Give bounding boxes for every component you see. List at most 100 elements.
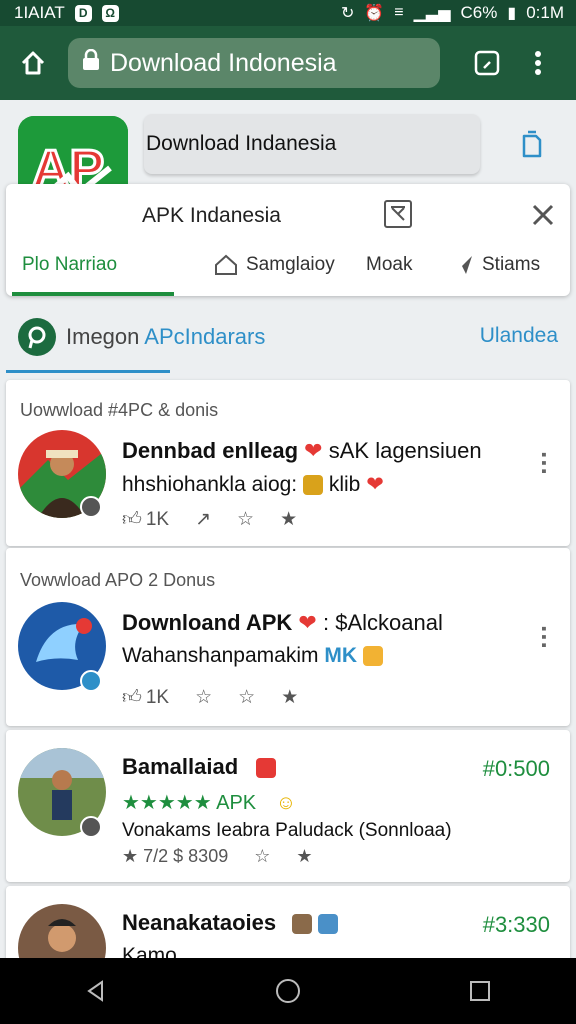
tab-2[interactable]: Moak (366, 254, 412, 276)
signal-icon: ▁▃▅ (413, 5, 451, 22)
url-bar[interactable]: Download Indonesia (68, 38, 440, 88)
verified-badge-icon (80, 496, 102, 518)
star-outline-button[interactable]: ☆ (238, 686, 255, 709)
vibrate-icon: ↻ (340, 5, 355, 22)
star-filled-button[interactable]: ★ (296, 846, 312, 867)
post-card[interactable]: Uowwload #4PC & donis Dennbad enlleag ❤ … (6, 380, 570, 546)
post-title: Dennbad enlleag ❤ sAK lagensiuen (122, 438, 482, 464)
close-button[interactable] (530, 202, 556, 228)
recents-button[interactable] (450, 961, 510, 1021)
back-triangle-icon (87, 980, 103, 1002)
status-time-right: 0:1M (526, 3, 564, 22)
app-emoji-icon (362, 646, 383, 667)
notification-icon: D (74, 4, 92, 22)
app-description: Vonakams Ieabra Paludack (Sonnloaa) (122, 820, 452, 841)
star-filled-button[interactable]: ★ (280, 508, 297, 531)
app-price: #0:500 (482, 756, 550, 781)
section-title-part1: Imegon (66, 324, 140, 349)
post-subtitle-tail: klib (328, 473, 361, 496)
like-count: 1K (145, 508, 170, 530)
like-icon: 👍︎ (122, 687, 142, 708)
verified-badge-icon (80, 670, 102, 692)
section-link[interactable]: Ulandea (480, 324, 558, 348)
post-title-tail: : $Alckoanal (322, 610, 443, 635)
send-icon (454, 256, 472, 274)
tab-1[interactable]: Samglaioy (214, 254, 335, 276)
heart-icon: ❤ (304, 438, 323, 463)
post-title-text: Downloand APK (122, 610, 293, 635)
tabs-button[interactable] (464, 40, 510, 86)
app-title-text: Neanakataoies (122, 910, 277, 935)
app-list-item[interactable]: Bamallaiad #0:500 ★★★★★ APK ☺ Vonakams I… (6, 730, 570, 882)
tab-3[interactable]: Stiams (452, 254, 540, 276)
battery-percent: C6% (460, 3, 498, 22)
post-source: Uowwload #4PC & donis (20, 400, 219, 420)
app-info-card: APK Indanesia Plo Narriao Samglaioy Moak… (6, 184, 570, 296)
post-subtitle: hhshiohankla aiog: klib ❤ (122, 472, 384, 497)
star-button[interactable]: ☆ (195, 686, 212, 709)
section-title-part2: APcIndarars (144, 324, 266, 349)
battery-icon: ▮ (507, 5, 517, 22)
app-notification-icon: Ω (101, 4, 119, 22)
app-header: AP Download Indanesia APK Indanesia Plo … (0, 100, 576, 310)
tabs-icon (474, 50, 500, 76)
post-actions: 👍︎ 1K ↗ ☆ ★ (122, 508, 297, 531)
app-name: APK Indanesia (142, 204, 281, 227)
post-subtitle: Wahanshanpamakim MK (122, 644, 383, 668)
app-title: Bamallaiad (122, 754, 277, 780)
tab-bar: Plo Narriao Samglaioy Moak Stiams (6, 244, 570, 296)
section-underline (6, 370, 170, 373)
post-card[interactable]: Vowwload APO 2 Donus Downloand APK ❤ : $… (6, 548, 570, 726)
app-actions: ★ 7/2 $ 8309 ☆ ★ (122, 846, 313, 867)
app-meta: ★ 7/2 $ 8309 (122, 846, 229, 866)
status-bar: 1IAIAT D Ω ↻ ⏰ ≡ ▁▃▅ C6% ▮ 0:1M (0, 0, 576, 26)
search-value: Download Indanesia (146, 132, 337, 155)
like-button[interactable]: 👍︎ 1K (122, 508, 169, 531)
browser-toolbar: Download Indonesia (0, 26, 576, 100)
post-title-text: Dennbad enlleag (122, 438, 299, 463)
avatar-small-icon (318, 914, 339, 935)
post-title: Downloand APK ❤ : $Alckoanal (122, 610, 443, 636)
overflow-menu-button[interactable] (524, 40, 552, 86)
lock-icon (82, 48, 100, 78)
star-button[interactable]: ☆ (237, 508, 254, 531)
emoji-icon: ☺ (275, 792, 297, 814)
post-title-tail: sAK lagensiuen (328, 438, 482, 463)
system-nav-bar (0, 958, 576, 1024)
status-time-left: 1IAIAT (14, 3, 65, 22)
post-subtitle-tail: MK (324, 644, 358, 667)
app-title-text: Bamallaiad (122, 754, 239, 779)
home-button[interactable] (10, 40, 56, 86)
home-icon (21, 51, 45, 75)
alarm-icon: ⏰ (364, 5, 385, 22)
home-circle-icon (276, 979, 300, 1003)
section-title: Imegon APcIndarars (66, 324, 265, 350)
post-menu-button[interactable]: … (536, 450, 566, 476)
home-nav-button[interactable] (258, 961, 318, 1021)
star-filled-button[interactable]: ★ (281, 686, 298, 709)
avatar-small-icon (292, 914, 313, 935)
like-count: 1K (145, 686, 170, 708)
star-outline-button[interactable]: ☆ (254, 846, 270, 867)
url-text: Download Indonesia (110, 48, 337, 77)
verified-badge-icon (80, 816, 102, 838)
post-subtitle-text: hhshiohankla aiog: (122, 473, 298, 496)
tab-0[interactable]: Plo Narriao (22, 254, 117, 276)
tab-label: Plo Narriao (22, 254, 118, 275)
post-subtitle-text: Wahanshanpamakim (122, 644, 319, 667)
copy-icon (522, 130, 542, 158)
share-button[interactable]: ↗ (195, 508, 211, 531)
post-menu-button[interactable]: … (536, 624, 566, 650)
like-button[interactable]: 👍︎ 1K (122, 686, 169, 709)
home-outline-icon (215, 254, 237, 275)
section-header: Imegon APcIndarars Ulandea (0, 310, 576, 374)
heart-icon: ❤ (366, 473, 384, 496)
back-button[interactable] (66, 961, 126, 1021)
recents-square-icon (470, 981, 490, 1001)
copy-button[interactable] (516, 128, 548, 160)
app-price: #3:330 (482, 912, 550, 937)
search-input[interactable]: Download Indanesia (144, 114, 480, 174)
post-source: Vowwload APO 2 Donus (20, 570, 216, 590)
report-button[interactable] (384, 200, 412, 228)
rating-stars: ★★★★★ APK ☺ (122, 790, 296, 815)
